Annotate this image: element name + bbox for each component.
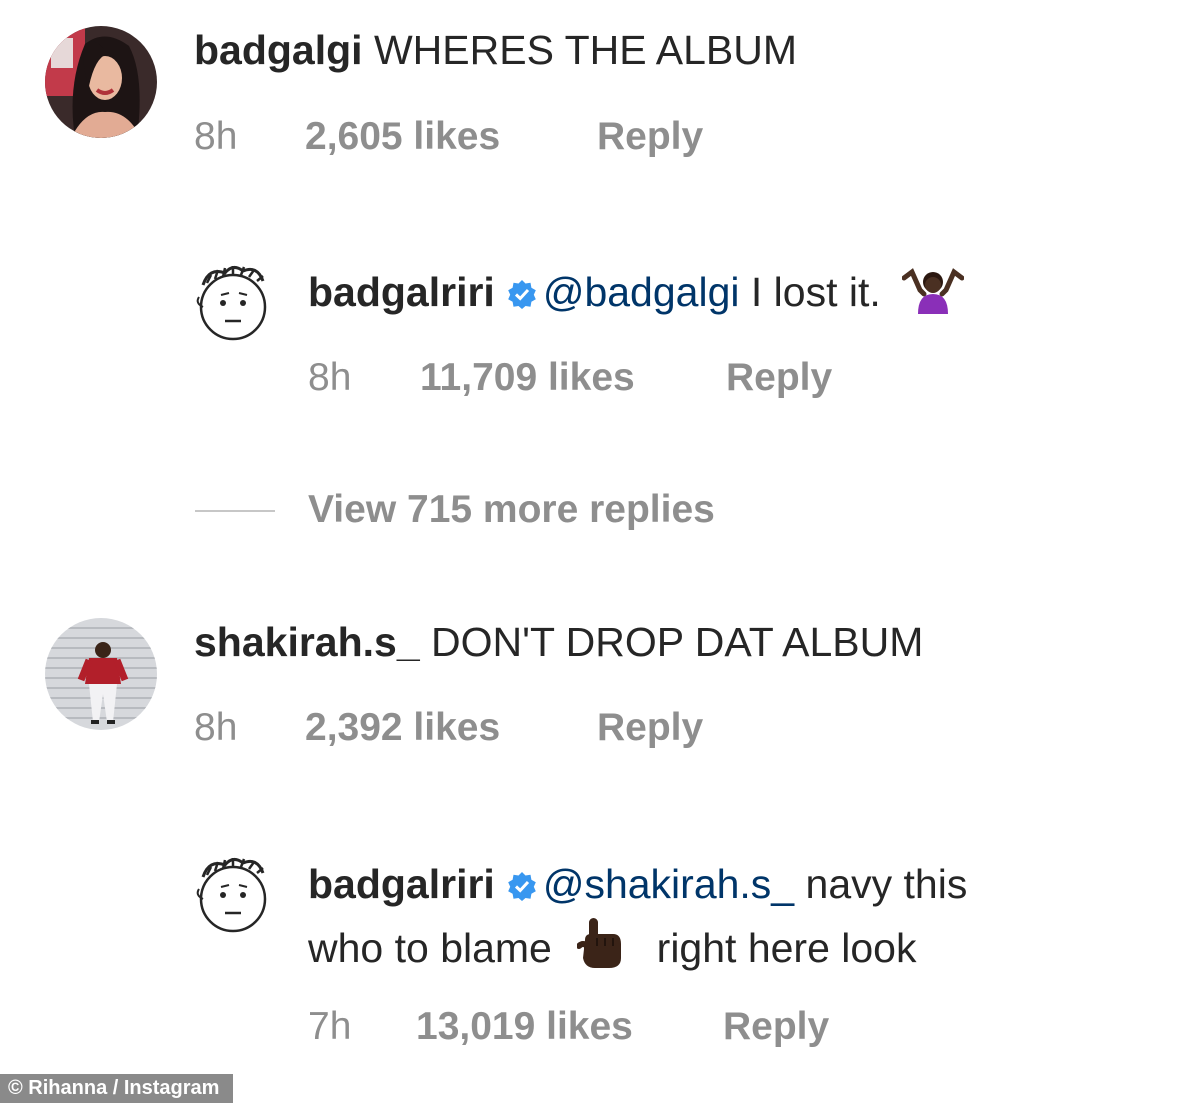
verified-badge-icon	[507, 871, 537, 901]
comment-4-text-line-1: badgalriri @shakirah.s_ navy this	[308, 858, 967, 910]
reply-button[interactable]: Reply	[597, 705, 703, 751]
reply-button[interactable]: Reply	[597, 114, 703, 160]
comment-text: DON'T DROP DAT ALBUM	[431, 619, 924, 665]
comment-3-text-line: shakirah.s_ DON'T DROP DAT ALBUM	[194, 616, 923, 668]
comment-username[interactable]: badgalriri	[308, 269, 495, 315]
comment-time: 8h	[194, 706, 238, 749]
comment-text: WHERES THE ALBUM	[373, 27, 797, 73]
likes-count[interactable]: 2,605 likes	[305, 114, 500, 160]
comment-text: I lost it.	[750, 269, 881, 315]
comment-3-meta: 8h 2,392 likes Reply	[194, 705, 794, 751]
comment-time: 8h	[194, 115, 238, 158]
comment-4-meta: 7h 13,019 likes Reply	[308, 1004, 908, 1050]
photo-credit: © Rihanna / Instagram	[0, 1074, 234, 1103]
divider-line	[195, 510, 275, 512]
comment-text: who to blame	[308, 925, 552, 971]
avatar-shakirah[interactable]	[45, 618, 157, 730]
likes-count[interactable]: 13,019 likes	[416, 1004, 633, 1050]
comment-text: navy this	[805, 861, 968, 907]
comment-1-meta: 8h 2,605 likes Reply	[194, 114, 794, 160]
comment-text: right here look	[656, 925, 917, 971]
likes-count[interactable]: 11,709 likes	[420, 355, 635, 401]
comment-4-text-line-2: who to blame right here look	[308, 916, 917, 974]
reply-button[interactable]: Reply	[723, 1004, 829, 1050]
mention-link[interactable]: @shakirah.s_	[543, 861, 794, 907]
woman-photo-avatar	[45, 26, 157, 138]
person-photo-avatar	[45, 618, 157, 730]
pointing-up-emoji	[577, 916, 623, 970]
avatar-badgalriri[interactable]	[195, 263, 271, 345]
comment-username[interactable]: badgalgi	[194, 27, 363, 73]
woman-shrugging-emoji	[902, 268, 965, 314]
comment-1-text-line: badgalgi WHERES THE ALBUM	[194, 24, 797, 76]
comment-time: 7h	[308, 1005, 352, 1048]
verified-badge-icon	[507, 279, 537, 309]
comment-2-text-line: badgalriri @badgalgi I lost it.	[308, 266, 965, 318]
likes-count[interactable]: 2,392 likes	[305, 705, 500, 751]
comment-username[interactable]: badgalriri	[308, 861, 495, 907]
comment-time: 8h	[308, 356, 352, 399]
avatar-badgalriri[interactable]	[195, 855, 271, 937]
doodle-face-avatar	[196, 858, 267, 933]
avatar-badgalgi[interactable]	[45, 26, 157, 138]
doodle-face-avatar	[196, 266, 267, 341]
comment-2-meta: 8h 11,709 likes Reply	[308, 355, 908, 401]
view-more-replies-label[interactable]: View 715 more replies	[308, 487, 715, 533]
mention-link[interactable]: @badgalgi	[543, 269, 740, 315]
reply-button[interactable]: Reply	[726, 355, 832, 401]
comment-username[interactable]: shakirah.s_	[194, 619, 420, 665]
